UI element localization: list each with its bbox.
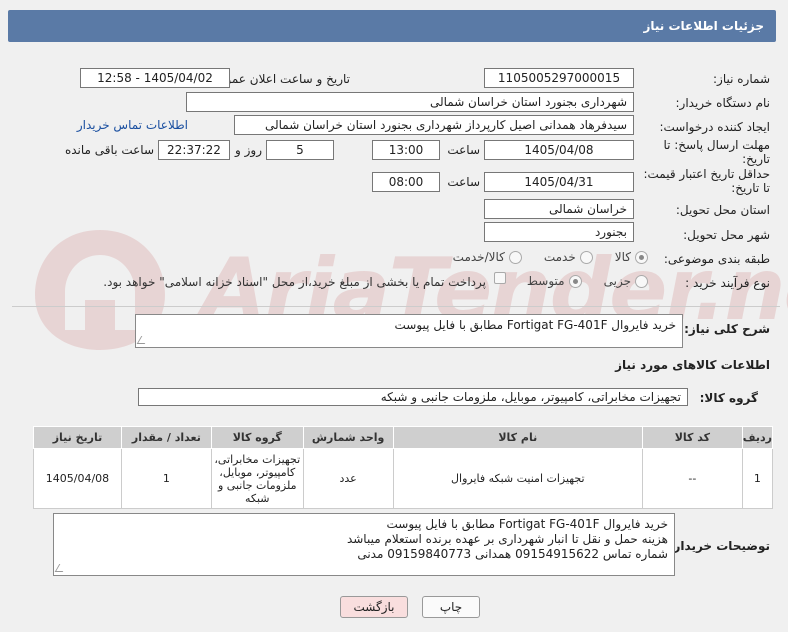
days-label: روز و	[235, 143, 262, 157]
price-validity-time-label: ساعت	[447, 175, 480, 189]
goods-group-field: تجهیزات مخابراتی، کامپیوتر، موبایل، ملزو…	[138, 388, 688, 406]
announce-datetime-field: 1405/04/02 - 12:58	[80, 68, 230, 88]
category-option-service: خدمت	[543, 250, 576, 264]
row-date: 1405/04/08	[33, 448, 122, 509]
province-field: خراسان شمالی	[484, 199, 634, 219]
goods-table-header: ردیف کد کالا نام کالا واحد شمارش گروه کا…	[33, 426, 774, 449]
resize-grip-icon[interactable]	[54, 564, 68, 572]
row-group: تجهیزات مخابراتی، کامپیوتر، موبایل، ملزو…	[210, 448, 304, 509]
page-header: جزئیات اطلاعات نیاز	[8, 10, 776, 42]
row-index: 1	[741, 448, 774, 509]
col-header-name: نام کالا	[392, 426, 644, 449]
remaining-time-label: ساعت باقی مانده	[64, 143, 154, 157]
buyer-org-field: شهرداری بجنورد استان خراسان شمالی	[186, 92, 634, 112]
process-type-label: نوع فرآیند خرید :	[685, 276, 770, 290]
row-code: --	[642, 448, 743, 509]
treasury-payment-checkbox[interactable]	[494, 272, 506, 284]
buyer-notes-line-1: خرید فایروال Fortigat FG-401F مطابق با ف…	[386, 517, 669, 531]
process-radio-medium[interactable]	[568, 274, 582, 288]
col-header-qty: تعداد / مقدار	[120, 426, 212, 449]
row-unit: عدد	[302, 448, 394, 509]
print-button[interactable]: چاپ	[422, 596, 480, 618]
deadline-time-label: ساعت	[447, 143, 480, 157]
buyer-notes-line-3: شماره تماس 09154915622 همدانی 0915984077…	[357, 547, 668, 561]
process-option-medium: متوسط	[526, 274, 565, 288]
price-validity-time-field: 08:00	[372, 172, 440, 192]
category-radio-service[interactable]	[579, 250, 593, 264]
section-divider	[12, 306, 780, 307]
goods-group-label: گروه کالا:	[699, 391, 758, 405]
row-qty: 1	[120, 448, 212, 509]
process-radio-group: جزیی متوسط	[509, 274, 648, 288]
days-remaining-field: 5	[266, 140, 334, 160]
city-label: شهر محل تحویل:	[683, 228, 770, 242]
table-row: 1 -- تجهیزات امنیت شبکه فایروال عدد تجهی…	[33, 448, 774, 509]
buyer-contact-link[interactable]: اطلاعات تماس خریدار	[77, 118, 188, 132]
price-validity-label: حداقل تاریخ اعتبار قیمت: تا تاریخ:	[643, 167, 770, 195]
category-radio-group: کالا خدمت کالا/خدمت	[435, 250, 648, 264]
deadline-date-field: 1405/04/08	[484, 140, 634, 160]
requester-label: ایجاد کننده درخواست:	[659, 120, 770, 134]
process-option-minor: جزیی	[603, 274, 631, 288]
goods-section-title: اطلاعات کالاهای مورد نیاز	[615, 358, 770, 372]
city-field: بجنورد	[484, 222, 634, 242]
summary-text: خرید فایروال Fortigat FG-401F مطابق با ف…	[394, 318, 677, 332]
category-label: طبقه بندی موضوعی:	[663, 252, 770, 266]
col-header-unit: واحد شمارش	[302, 426, 394, 449]
deadline-label: مهلت ارسال پاسخ: تا تاریخ:	[663, 138, 770, 166]
buyer-notes-line-2: هزینه حمل و نقل تا انبار شهرداری بر عهده…	[346, 532, 668, 546]
col-header-index: ردیف	[741, 426, 774, 449]
col-header-code: کد کالا	[642, 426, 743, 449]
resize-grip-icon[interactable]	[136, 336, 150, 344]
back-button[interactable]: بازگشت	[340, 596, 408, 618]
buyer-org-label: نام دستگاه خریدار:	[675, 96, 771, 110]
treasury-payment-note: پرداخت تمام یا بخشی از مبلغ خرید،از محل …	[103, 275, 486, 289]
need-number-label: شماره نیاز:	[713, 72, 770, 86]
need-details-page: جزئیات اطلاعات نیاز AriaTender.neT شماره…	[0, 0, 788, 632]
col-header-group: گروه کالا	[210, 426, 304, 449]
category-radio-goods[interactable]	[635, 250, 648, 264]
requester-field: سیدفرهاد همدانی اصیل کارپرداز شهرداری بج…	[234, 115, 634, 135]
page-title: جزئیات اطلاعات نیاز	[643, 19, 764, 33]
buyer-notes-textbox[interactable]: خرید فایروال Fortigat FG-401F مطابق با ف…	[53, 513, 675, 576]
category-option-goods-service: کالا/خدمت	[452, 250, 505, 264]
buyer-notes-label: توضیحات خریدار:	[668, 539, 770, 553]
province-label: استان محل تحویل:	[675, 203, 770, 217]
col-header-date: تاریخ نیاز	[33, 426, 122, 449]
summary-label: شرح کلی نیاز:	[684, 322, 770, 336]
goods-table: ردیف کد کالا نام کالا واحد شمارش گروه کا…	[33, 426, 774, 509]
need-number-field: 1105005297000015	[484, 68, 634, 88]
category-radio-goods-service[interactable]	[508, 250, 522, 264]
category-option-goods: کالا	[614, 250, 631, 264]
deadline-time-field: 13:00	[372, 140, 440, 160]
summary-textbox[interactable]: خرید فایروال Fortigat FG-401F مطابق با ف…	[135, 314, 683, 348]
process-radio-minor[interactable]	[635, 274, 648, 288]
price-validity-date-field: 1405/04/31	[484, 172, 634, 192]
remaining-time-field: 22:37:22	[158, 140, 230, 160]
row-name: تجهیزات امنیت شبکه فایروال	[392, 448, 644, 509]
